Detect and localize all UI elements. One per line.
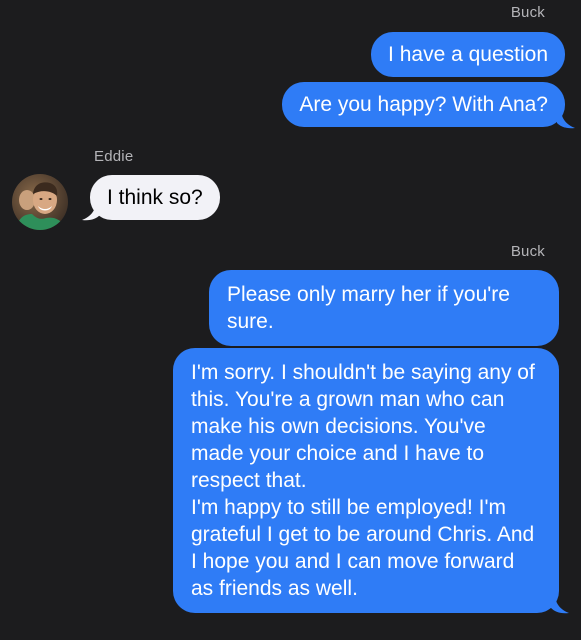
message-bubble-outgoing[interactable]: Are you happy? With Ana? (282, 82, 565, 127)
sender-name-eddie: Eddie (94, 148, 134, 165)
message-bubble-outgoing[interactable]: I have a question (371, 32, 565, 77)
message-bubble-outgoing[interactable]: Please only marry her if you're sure. (209, 270, 559, 346)
sender-name-buck: Buck (510, 4, 545, 21)
contact-avatar[interactable] (12, 174, 68, 230)
message-bubble-incoming[interactable]: I think so? (90, 175, 220, 220)
message-bubble-outgoing[interactable]: I'm sorry. I shouldn't be saying any of … (173, 348, 559, 613)
bubble-tail (557, 109, 575, 129)
person-avatar-icon (12, 174, 68, 230)
sender-name-buck: Buck (510, 243, 545, 260)
bubble-tail (551, 594, 569, 614)
